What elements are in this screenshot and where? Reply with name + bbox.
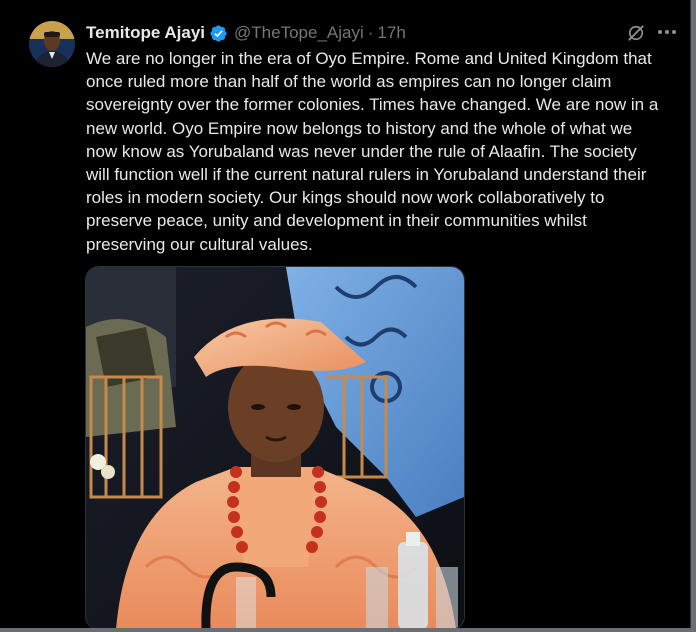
tweet-text-line: preserving our cultural values. bbox=[86, 234, 313, 254]
photo-image bbox=[86, 267, 464, 629]
window-edge-right bbox=[691, 0, 696, 632]
window-edge-bottom bbox=[0, 628, 696, 632]
author-handle[interactable]: @TheTope_Ajayi bbox=[234, 23, 364, 43]
author-name[interactable]: Temitope Ajayi bbox=[86, 23, 205, 43]
author-avatar[interactable] bbox=[29, 21, 75, 67]
tweet-card[interactable]: Temitope Ajayi @TheTope_Ajayi · 17h We a… bbox=[0, 0, 691, 630]
tweet-text-line: preserve peace, unity and development in… bbox=[86, 211, 587, 231]
tweet-text: We are no longer in the era of Oyo Empir… bbox=[86, 47, 686, 256]
tweet-text-line: now know as Yorubaland was never under t… bbox=[86, 141, 637, 161]
header-separator: · bbox=[367, 23, 374, 42]
tweet-timestamp[interactable]: 17h bbox=[377, 23, 405, 43]
avatar-image bbox=[29, 21, 75, 67]
tweet-text-line: once ruled more than half of the world a… bbox=[86, 72, 612, 92]
grok-icon[interactable] bbox=[626, 23, 646, 43]
tweet-text-line: sovereignty over the former colonies. Ti… bbox=[86, 95, 659, 115]
verified-badge-icon bbox=[210, 24, 227, 42]
tweet-text-line: will function well if the current natura… bbox=[86, 165, 647, 185]
tweet-media-photo[interactable] bbox=[85, 266, 465, 630]
more-icon[interactable] bbox=[656, 26, 678, 38]
tweet-text-line: roles in modern society. Our kings shoul… bbox=[86, 188, 605, 208]
tweet-text-line: We are no longer in the era of Oyo Empir… bbox=[86, 49, 652, 68]
tweet-header: Temitope Ajayi @TheTope_Ajayi · 17h bbox=[86, 22, 406, 44]
tweet-text-line: new world. Oyo Empire now belongs to his… bbox=[86, 118, 633, 138]
